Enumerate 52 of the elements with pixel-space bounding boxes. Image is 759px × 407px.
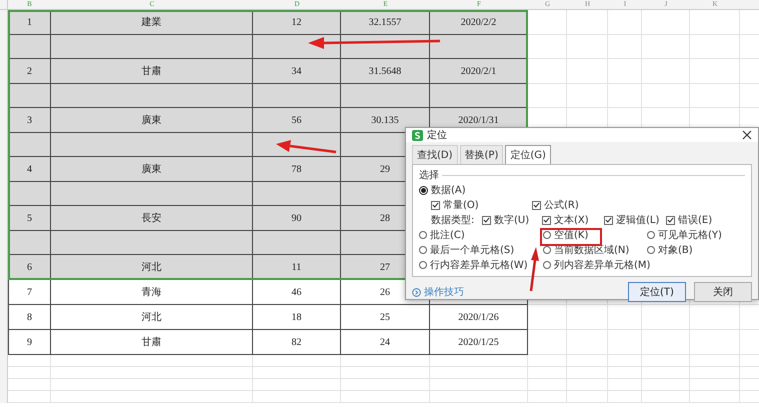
table-cell: 廣東 xyxy=(51,108,253,133)
table-cell: 34 xyxy=(253,59,341,84)
table-cell: 2020/2/2 xyxy=(430,10,528,35)
checkbox[interactable]: 常量(O) xyxy=(431,198,532,212)
tab[interactable]: 查找(D) xyxy=(412,145,458,164)
dialog-button[interactable]: 定位(T) xyxy=(628,282,686,302)
table-cell: 甘肅 xyxy=(51,59,253,84)
checkbox[interactable]: 数字(U) xyxy=(482,213,542,227)
table-cell: 2020/1/26 xyxy=(430,305,528,330)
table-cell: 甘肅 xyxy=(51,330,253,355)
table-cell: 長安 xyxy=(51,206,253,231)
radio-button[interactable]: 批注(C) xyxy=(419,228,465,242)
tab[interactable]: 定位(G) xyxy=(505,145,551,164)
table-cell: 90 xyxy=(253,206,341,231)
table-cell: 24 xyxy=(341,330,430,355)
table-cell: 78 xyxy=(253,157,341,182)
radio-button[interactable]: 可见单元格(Y) xyxy=(647,228,722,242)
table-cell: 12 xyxy=(253,10,341,35)
table-cell: 7 xyxy=(8,280,51,305)
table-cell: 11 xyxy=(253,255,341,280)
table-cell: 2020/2/1 xyxy=(430,59,528,84)
table-cell: 25 xyxy=(341,305,430,330)
radio-button[interactable]: 列内容差异单元格(M) xyxy=(543,258,650,272)
table-cell: 32.1557 xyxy=(341,10,430,35)
tab[interactable]: 替换(P) xyxy=(460,145,504,164)
table-cell: 河北 xyxy=(51,255,253,280)
table-cell: 9 xyxy=(8,330,51,355)
checkbox[interactable]: 文本(X) xyxy=(542,213,604,227)
radio-button[interactable]: 最后一个单元格(S) xyxy=(419,243,514,257)
checkbox[interactable]: 逻辑值(L) xyxy=(604,213,666,227)
table-cell: 8 xyxy=(8,305,51,330)
table-cell: 河北 xyxy=(51,305,253,330)
table-cell: 82 xyxy=(253,330,341,355)
table-cell: 5 xyxy=(8,206,51,231)
table-cell: 56 xyxy=(253,108,341,133)
table-cell: 31.5648 xyxy=(341,59,430,84)
radio-button[interactable]: 空值(K) xyxy=(543,228,588,242)
dialog-button[interactable]: 关闭 xyxy=(694,282,752,302)
radio-button[interactable]: 数据(A) xyxy=(419,183,466,197)
table-cell: 建業 xyxy=(51,10,253,35)
table-cell: 2020/1/25 xyxy=(430,330,528,355)
table-cell: 3 xyxy=(8,108,51,133)
checkbox[interactable]: 错误(E) xyxy=(666,213,736,227)
checkbox[interactable]: 公式(R) xyxy=(532,198,632,212)
table-cell: 2 xyxy=(8,59,51,84)
table-cell: 4 xyxy=(8,157,51,182)
table-cell: 廣東 xyxy=(51,157,253,182)
table-cell: 46 xyxy=(253,280,341,305)
table-cell: 18 xyxy=(253,305,341,330)
radio-button[interactable]: 对象(B) xyxy=(647,243,693,257)
data-type-label: 数据类型: xyxy=(431,214,476,227)
table-cell: 青海 xyxy=(51,280,253,305)
